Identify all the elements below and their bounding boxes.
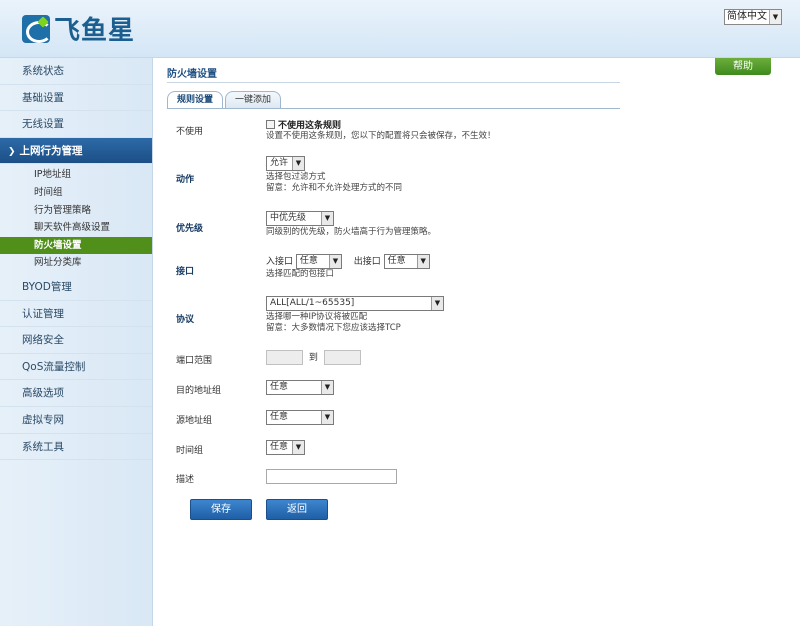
- language-select-value: 简体中文: [727, 11, 767, 22]
- time-group-select[interactable]: 任意 ▼: [266, 440, 305, 455]
- action-select[interactable]: 允许 ▼: [266, 156, 305, 171]
- interface-label: 接口: [176, 267, 195, 277]
- tab-divider: [167, 108, 620, 109]
- dest-group-select[interactable]: 任意 ▼: [266, 380, 334, 395]
- sidebar-item-system-tools[interactable]: 系统工具: [0, 434, 152, 461]
- chevron-down-icon: ▼: [431, 297, 443, 310]
- time-group-select-value: 任意: [270, 442, 289, 452]
- in-interface-label: 入接口: [266, 257, 294, 267]
- subnav-item-ip-group[interactable]: IP地址组: [0, 166, 152, 184]
- sidebar-item-vpn[interactable]: 虚拟专网: [0, 407, 152, 434]
- src-group-select[interactable]: 任意 ▼: [266, 410, 334, 425]
- sidebar-item-qos[interactable]: QoS流量控制: [0, 354, 152, 381]
- time-group-label: 时间组: [176, 446, 204, 456]
- src-group-field: 任意 ▼: [266, 410, 334, 425]
- chevron-down-icon: ▼: [292, 441, 304, 454]
- sidebar-item-system-status[interactable]: 系统状态: [0, 58, 152, 85]
- description-field: [266, 469, 397, 484]
- in-interface-select-value: 任意: [299, 256, 318, 266]
- priority-hint: 同级别的优先级，防火墙高于行为管理策略。: [266, 227, 437, 237]
- action-label: 动作: [176, 175, 195, 185]
- dest-group-select-value: 任意: [270, 382, 289, 392]
- subnav-item-url-category[interactable]: 网址分类库: [0, 254, 152, 272]
- subnav-item-chat-advanced[interactable]: 聊天软件高级设置: [0, 219, 152, 237]
- language-select[interactable]: 简体中文 ▼: [724, 9, 782, 25]
- tab-bar: 规则设置 一键添加: [167, 91, 283, 109]
- chevron-down-icon: ▼: [416, 255, 429, 268]
- disable-label: 不使用: [176, 127, 204, 137]
- tab-quick-add[interactable]: 一键添加: [225, 91, 282, 109]
- port-to-label: 到: [308, 353, 318, 363]
- description-label: 描述: [176, 475, 195, 485]
- sidebar-subnav: IP地址组 时间组 行为管理策略 聊天软件高级设置 防火墙设置 网址分类库: [0, 164, 152, 274]
- chevron-down-icon: ▼: [321, 411, 333, 424]
- priority-select[interactable]: 中优先级 ▼: [266, 211, 334, 226]
- action-field: 允许 ▼ 选择包过滤方式 留意：允许和不允许处理方式的不同: [266, 156, 402, 194]
- interface-field: 入接口 任意 ▼ 出接口 任意 ▼ 选择匹配的包接口: [266, 254, 430, 280]
- in-interface-select[interactable]: 任意 ▼: [295, 254, 342, 269]
- port-range-label: 端口范围: [176, 356, 213, 366]
- protocol-label: 协议: [176, 315, 195, 325]
- subnav-item-behavior-policy[interactable]: 行为管理策略: [0, 202, 152, 220]
- sidebar-item-wireless-settings[interactable]: 无线设置: [0, 111, 152, 138]
- priority-label: 优先级: [176, 224, 204, 234]
- save-button[interactable]: 保存: [190, 499, 252, 520]
- port-range-field: 到: [266, 350, 361, 365]
- port-to-input[interactable]: [323, 350, 361, 365]
- protocol-select-value: ALL[ALL/1~65535]: [270, 298, 355, 308]
- disable-rule-checkbox-label: 不使用这条规则: [278, 121, 342, 131]
- dest-group-field: 任意 ▼: [266, 380, 334, 395]
- src-group-label: 源地址组: [176, 416, 213, 426]
- page-title: 防火墙设置: [167, 69, 217, 80]
- subnav-item-firewall-settings[interactable]: 防火墙设置: [0, 236, 152, 255]
- sidebar-item-label: 上网行为管理: [19, 144, 83, 157]
- interface-hint: 选择匹配的包接口: [266, 269, 335, 279]
- disable-rule-checkbox[interactable]: [266, 120, 275, 129]
- tab-rule-settings[interactable]: 规则设置: [167, 91, 224, 109]
- chevron-down-icon: ❯: [8, 146, 16, 157]
- disable-hint: 设置不使用这条规则，您以下的配置将只会被保存，不生效！: [266, 131, 496, 141]
- action-select-value: 允许: [270, 158, 289, 168]
- protocol-select[interactable]: ALL[ALL/1~65535] ▼: [266, 296, 444, 311]
- action-hint-2: 留意：允许和不允许处理方式的不同: [266, 183, 403, 193]
- sidebar-item-network-security[interactable]: 网络安全: [0, 327, 152, 354]
- protocol-hint-2: 留意：大多数情况下您应该选择TCP: [266, 323, 401, 333]
- subnav-item-time-group[interactable]: 时间组: [0, 184, 152, 202]
- description-input[interactable]: [266, 469, 397, 484]
- sidebar-item-byod[interactable]: BYOD管理: [0, 274, 152, 301]
- header: 飞鱼星 简体中文 ▼: [0, 0, 800, 58]
- sidebar-item-behavior-management[interactable]: ❯ 上网行为管理: [0, 137, 152, 165]
- protocol-field: ALL[ALL/1~65535] ▼ 选择哪一种IP协议将被匹配 留意：大多数情…: [266, 296, 444, 334]
- back-button[interactable]: 返回: [266, 499, 328, 520]
- chevron-down-icon: ▼: [769, 10, 781, 24]
- help-button[interactable]: 帮助: [715, 58, 771, 75]
- out-interface-label: 出接口: [353, 257, 381, 267]
- protocol-hint-1: 选择哪一种IP协议将被匹配: [266, 312, 368, 322]
- dest-group-label: 目的地址组: [176, 386, 222, 396]
- sidebar-item-basic-settings[interactable]: 基础设置: [0, 85, 152, 112]
- sidebar-item-advanced[interactable]: 高级选项: [0, 380, 152, 407]
- sidebar: 系统状态 基础设置 无线设置 ❯ 上网行为管理 IP地址组 时间组 行为管理策略 …: [0, 58, 153, 626]
- action-hint-1: 选择包过滤方式: [266, 172, 326, 182]
- main-content: 帮助 防火墙设置 规则设置 一键添加 不使用 不使用这条规则 设置不使用这条规则…: [153, 58, 800, 626]
- chevron-down-icon: ▼: [292, 157, 304, 170]
- priority-field: 中优先级 ▼ 同级别的优先级，防火墙高于行为管理策略。: [266, 211, 436, 238]
- disable-field: 不使用这条规则 设置不使用这条规则，您以下的配置将只会被保存，不生效！: [266, 118, 496, 142]
- priority-select-value: 中优先级: [270, 213, 307, 223]
- src-group-select-value: 任意: [270, 412, 289, 422]
- out-interface-select-value: 任意: [387, 256, 406, 266]
- chevron-down-icon: ▼: [328, 255, 341, 268]
- brand-logo-icon: [22, 14, 50, 43]
- time-group-field: 任意 ▼: [266, 440, 305, 455]
- chevron-down-icon: ▼: [321, 381, 333, 394]
- brand-name: 飞鱼星: [54, 16, 136, 46]
- out-interface-select[interactable]: 任意 ▼: [383, 254, 430, 269]
- brand-logo: 飞鱼星: [22, 10, 135, 47]
- sidebar-item-auth-management[interactable]: 认证管理: [0, 301, 152, 328]
- chevron-down-icon: ▼: [321, 212, 333, 225]
- port-from-input[interactable]: [266, 350, 303, 365]
- title-divider: [167, 82, 620, 83]
